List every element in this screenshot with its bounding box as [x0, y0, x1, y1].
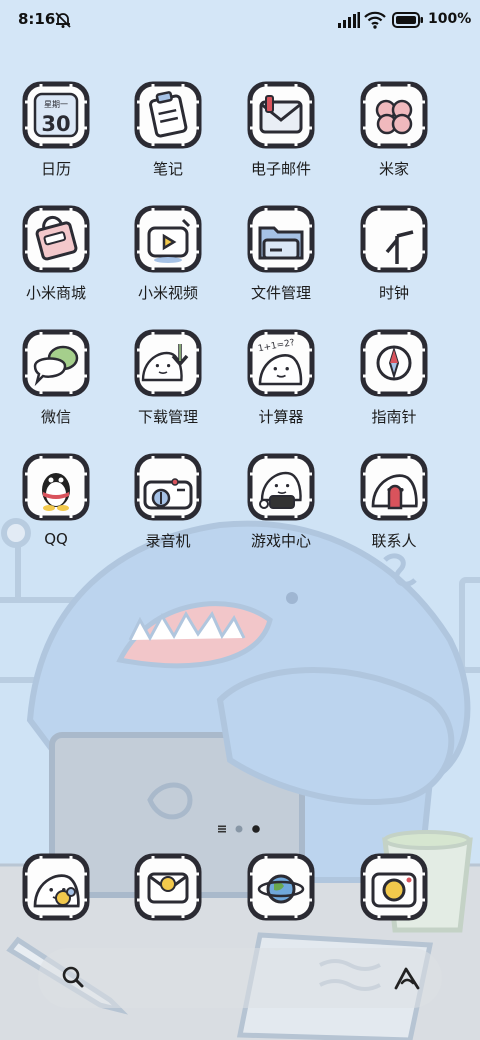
app-mail[interactable]: 电子邮件 [225, 80, 337, 198]
app-video[interactable]: 小米视频 [112, 204, 224, 322]
calendar-weekday: 星期一 [44, 100, 68, 109]
wifi-icon [364, 11, 386, 29]
app-label: 计算器 [258, 408, 304, 426]
messages-icon[interactable] [133, 852, 203, 922]
app-label: 游戏中心 [250, 532, 311, 550]
app-compass[interactable]: 指南针 [338, 328, 450, 446]
battery-percent: 100% [428, 11, 472, 27]
app-label: QQ [44, 530, 68, 548]
assistant-icon[interactable] [394, 966, 420, 990]
app-label: 时钟 [378, 284, 409, 302]
app-label: 指南针 [371, 408, 417, 426]
camera-icon[interactable] [359, 852, 429, 922]
search-icon[interactable] [60, 964, 86, 990]
battery-icon [392, 12, 423, 28]
page-indicator-menu-icon [218, 825, 226, 833]
clock-icon[interactable] [359, 204, 429, 274]
app-label: 小米商城 [25, 284, 86, 302]
page-dot-3-active [252, 825, 260, 833]
notes-icon[interactable] [133, 80, 203, 150]
app-recorder[interactable]: 录音机 [112, 452, 224, 570]
phone-shark-icon[interactable] [21, 852, 91, 922]
mail-icon[interactable] [246, 80, 316, 150]
calendar-icon[interactable]: 星期一 30 [21, 80, 91, 150]
muted-bell-icon [55, 12, 71, 28]
app-label: 录音机 [145, 532, 191, 550]
app-clock[interactable]: 时钟 [338, 204, 450, 322]
app-label: 米家 [378, 160, 409, 178]
page-dot-2 [235, 825, 243, 833]
app-label: 文件管理 [250, 284, 311, 302]
calendar-day: 30 [41, 112, 70, 136]
qq-penguin-icon[interactable] [21, 452, 91, 522]
app-game-center[interactable]: 游戏中心 [225, 452, 337, 570]
status-time: 8:16 [18, 10, 56, 28]
wechat-icon[interactable] [21, 328, 91, 398]
video-icon[interactable] [133, 204, 203, 274]
app-folder[interactable]: 文件管理 [225, 204, 337, 322]
shop-icon[interactable] [21, 204, 91, 274]
compass-icon[interactable] [359, 328, 429, 398]
app-calendar[interactable]: 星期一 30 日历 [0, 80, 112, 198]
app-shop[interactable]: 小米商城 [0, 204, 112, 322]
recorder-icon[interactable] [133, 452, 203, 522]
search-bar[interactable] [38, 948, 442, 1008]
app-label: 联系人 [371, 532, 417, 550]
app-label: 日历 [40, 160, 71, 178]
signal-icon [338, 12, 360, 28]
app-mijia[interactable]: 米家 [338, 80, 450, 198]
app-contacts[interactable]: 联系人 [338, 452, 450, 570]
calculator-icon[interactable]: 1+1=2? [246, 328, 316, 398]
app-label: 电子邮件 [250, 160, 311, 178]
app-label: 小米视频 [137, 284, 198, 302]
folder-icon[interactable] [246, 204, 316, 274]
app-label: 微信 [40, 408, 71, 426]
app-label: 笔记 [152, 160, 183, 178]
app-calculator[interactable]: 1+1=2? 计算器 [225, 328, 337, 446]
mijia-icon[interactable] [359, 80, 429, 150]
page-indicator[interactable] [218, 824, 264, 834]
dock [0, 852, 480, 932]
app-download[interactable]: 下载管理 [112, 328, 224, 446]
browser-planet-icon[interactable] [246, 852, 316, 922]
game-center-icon[interactable] [246, 452, 316, 522]
app-label: 下载管理 [137, 408, 198, 426]
contacts-icon[interactable] [359, 452, 429, 522]
status-bar: 8:16 100% [0, 0, 480, 40]
download-icon[interactable] [133, 328, 203, 398]
app-wechat[interactable]: 微信 [0, 328, 112, 446]
app-qq-penguin[interactable]: QQ [0, 452, 112, 570]
app-notes[interactable]: 笔记 [112, 80, 224, 198]
